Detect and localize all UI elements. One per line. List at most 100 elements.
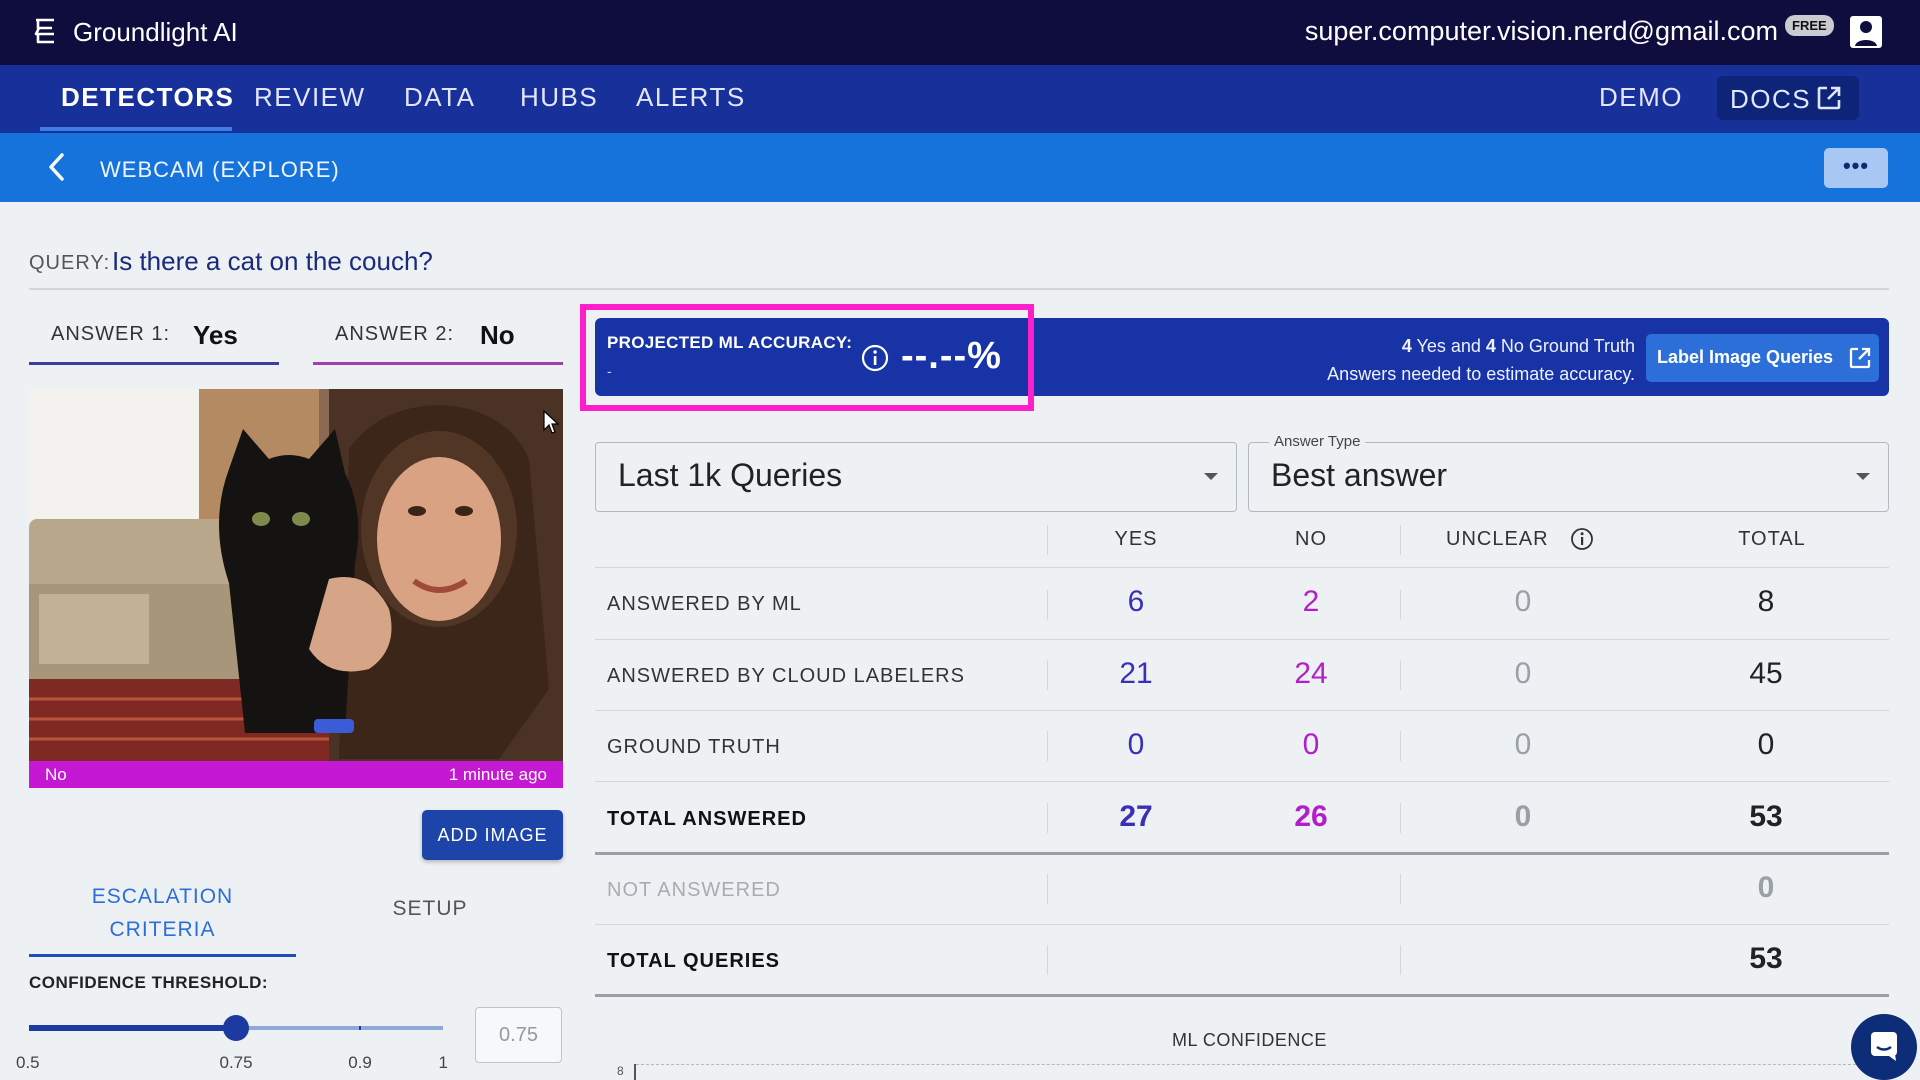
ml-confidence-y-axis — [634, 1064, 636, 1080]
support-chat-button[interactable] — [1851, 1014, 1917, 1080]
query-divider — [29, 288, 1889, 290]
mouse-cursor-icon — [543, 410, 559, 434]
required-yes-count: 4 — [1401, 336, 1412, 356]
ml-confidence-gridline — [636, 1064, 1876, 1065]
answer-1-label: ANSWER 1: — [51, 323, 171, 345]
query-range-value: Last 1k Queries — [618, 457, 843, 493]
column-divider — [1047, 731, 1048, 761]
ml-confidence-y-label: 8 — [617, 1064, 624, 1078]
column-divider — [1400, 803, 1401, 833]
column-divider — [1400, 525, 1401, 555]
column-divider — [1400, 731, 1401, 761]
table-cell: 0 — [1757, 871, 1775, 904]
annotation-highlight-box — [580, 304, 1034, 411]
confidence-slider-fill — [29, 1025, 236, 1031]
slider-min-label: 0.5 — [16, 1053, 40, 1072]
table-cell: 0 — [1514, 800, 1532, 833]
row-label-not-answered: NOT ANSWERED — [607, 879, 781, 901]
docs-button[interactable]: DOCS — [1717, 76, 1859, 120]
col-header-yes: YES — [1114, 528, 1158, 550]
row-label-answered-by-cloud-labelers: ANSWERED BY CLOUD LABELERS — [607, 665, 965, 687]
tab-escalation-criteria[interactable]: ESCALATION CRITERIA — [29, 880, 296, 946]
row-divider — [595, 639, 1889, 640]
table-cell: 2 — [1302, 585, 1320, 618]
answer-2: ANSWER 2: No — [335, 320, 515, 350]
tab-active-indicator — [29, 954, 296, 957]
confidence-threshold-input[interactable]: 0.75 — [475, 1007, 562, 1063]
table-cell: 0 — [1127, 728, 1145, 761]
image-caption: No 1 minute ago — [29, 761, 563, 788]
table-cell: 45 — [1749, 657, 1783, 690]
dropdown-caret-icon — [1204, 473, 1218, 480]
answer-1-value: Yes — [193, 320, 238, 350]
label-image-queries-button[interactable]: Label Image Queries — [1646, 334, 1879, 382]
table-cell: 8 — [1757, 585, 1775, 618]
row-divider — [595, 781, 1889, 782]
image-answer-label: No — [45, 765, 67, 784]
latest-image[interactable] — [29, 389, 563, 761]
nav-detectors[interactable]: DETECTORS — [61, 82, 234, 113]
column-divider — [1400, 660, 1401, 690]
row-label-total-answered: TOTAL ANSWERED — [607, 808, 807, 830]
slider-mark-label: 0.9 — [348, 1053, 372, 1072]
account-icon[interactable] — [1849, 15, 1883, 49]
answer-1-underline — [29, 362, 279, 365]
more-options-button[interactable]: ••• — [1824, 148, 1888, 188]
docs-label: DOCS — [1730, 84, 1812, 114]
row-label-answered-by-ml: ANSWERED BY ML — [607, 593, 802, 615]
label-image-queries-label: Label Image Queries — [1657, 347, 1834, 367]
column-divider — [1400, 945, 1401, 975]
answer-2-underline — [313, 362, 563, 365]
slider-mark-label: 0.75 — [219, 1053, 253, 1072]
query-range-select[interactable]: Last 1k Queries — [595, 442, 1237, 512]
add-image-button[interactable]: ADD IMAGE — [422, 810, 563, 860]
more-icon: ••• — [1842, 153, 1870, 178]
main-nav: DETECTORS REVIEW DATA HUBS ALERTS DEMO D… — [0, 65, 1920, 133]
column-divider — [1400, 590, 1401, 620]
answer-2-label: ANSWER 2: — [335, 323, 455, 345]
table-cell: 0 — [1514, 657, 1532, 690]
table-cell: 53 — [1749, 942, 1783, 975]
confidence-slider-thumb[interactable] — [223, 1015, 249, 1041]
column-divider — [1047, 874, 1048, 904]
brand-name: Groundlight AI — [73, 17, 238, 47]
col-header-no: NO — [1295, 528, 1327, 550]
table-cell: 0 — [1757, 728, 1775, 761]
nav-hubs[interactable]: HUBS — [520, 82, 598, 113]
confidence-threshold-label: CONFIDENCE THRESHOLD: — [29, 973, 269, 992]
ml-confidence-title: ML CONFIDENCE — [1172, 1030, 1327, 1050]
row-divider — [595, 710, 1889, 711]
column-divider — [1047, 590, 1048, 620]
unclear-info-icon[interactable] — [1570, 527, 1594, 551]
nav-data[interactable]: DATA — [404, 82, 475, 113]
note-yes-text: Yes and — [1411, 336, 1486, 356]
tab-setup[interactable]: SETUP — [340, 897, 520, 921]
column-divider — [1047, 525, 1048, 555]
tab-escalation-line2: CRITERIA — [109, 918, 216, 941]
external-link-icon — [1849, 347, 1871, 369]
dropdown-caret-icon — [1856, 473, 1870, 480]
nav-alerts[interactable]: ALERTS — [636, 82, 746, 113]
table-cell: 6 — [1127, 585, 1145, 618]
column-divider — [1047, 945, 1048, 975]
column-divider — [1047, 660, 1048, 690]
detector-header: WEBCAM (EXPLORE) ••• — [0, 133, 1920, 202]
back-arrow-icon[interactable] — [44, 151, 70, 183]
row-label-total-queries: TOTAL QUERIES — [607, 950, 781, 972]
nav-review[interactable]: REVIEW — [254, 82, 366, 113]
table-cell: 21 — [1119, 657, 1153, 690]
nav-demo[interactable]: DEMO — [1599, 82, 1683, 113]
table-cell: 0 — [1302, 728, 1320, 761]
col-header-total: TOTAL — [1738, 528, 1806, 550]
groundlight-logo-icon[interactable] — [30, 16, 60, 46]
top-bar: Groundlight AI super.computer.vision.ner… — [0, 0, 1920, 65]
row-label-ground-truth: GROUND TRUTH — [607, 736, 781, 758]
table-cell: 53 — [1749, 800, 1783, 833]
required-no-count: 4 — [1485, 336, 1496, 356]
image-timestamp: 1 minute ago — [448, 765, 547, 784]
table-cell: 24 — [1294, 657, 1328, 690]
table-cell: 0 — [1514, 728, 1532, 761]
answer-type-select[interactable]: Answer Type Best answer — [1248, 433, 1889, 512]
answer-type-legend: Answer Type — [1269, 433, 1366, 450]
query-text: Is there a cat on the couch? — [112, 246, 433, 276]
